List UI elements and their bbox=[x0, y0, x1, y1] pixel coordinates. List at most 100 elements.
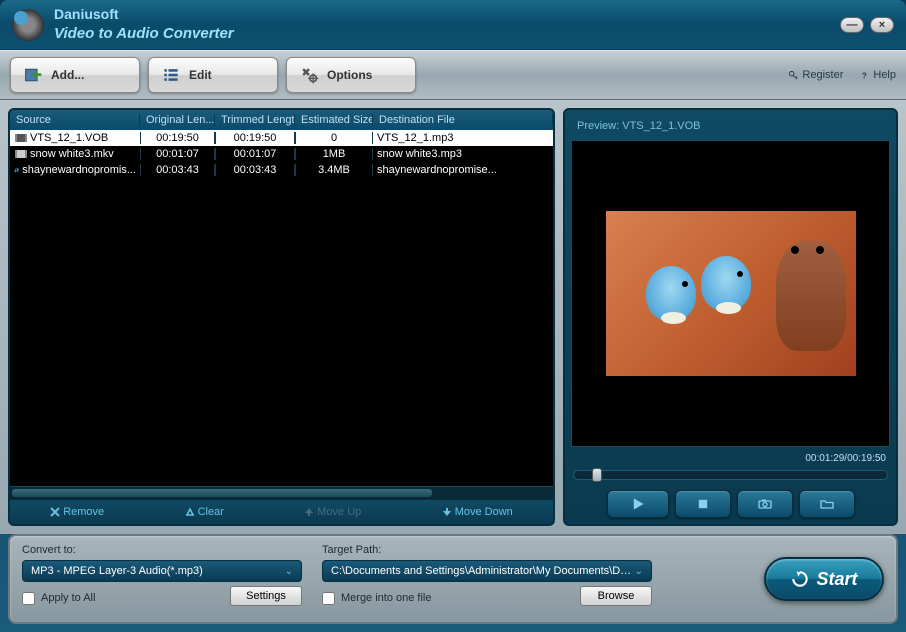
destination-file: VTS_12_1.mp3 bbox=[373, 132, 553, 144]
clear-icon bbox=[185, 507, 195, 517]
options-tools-icon bbox=[299, 65, 319, 85]
list-actions: Remove Clear Move Up Move Down bbox=[10, 500, 553, 524]
video-file-icon bbox=[14, 148, 28, 160]
file-name: shaynewardnopromis... bbox=[22, 164, 136, 176]
trimmed-length: 00:19:50 bbox=[215, 132, 295, 144]
col-trim-length[interactable]: Trimmed Length bbox=[215, 114, 295, 126]
svg-text:?: ? bbox=[862, 71, 867, 80]
destination-file: shaynewardnopromise... bbox=[373, 164, 553, 176]
stop-icon bbox=[697, 498, 709, 510]
stop-button[interactable] bbox=[675, 490, 731, 518]
trimmed-length: 00:01:07 bbox=[215, 148, 295, 160]
horizontal-scrollbar[interactable] bbox=[10, 486, 553, 500]
start-button[interactable]: Start bbox=[764, 557, 884, 601]
playback-controls bbox=[571, 490, 890, 518]
browse-button[interactable]: Browse bbox=[580, 586, 652, 606]
play-icon bbox=[631, 497, 645, 511]
add-button[interactable]: Add... bbox=[10, 57, 140, 93]
window-controls: — × bbox=[840, 17, 894, 33]
add-label: Add... bbox=[51, 68, 84, 82]
col-source[interactable]: Source bbox=[10, 114, 140, 126]
trimmed-length: 00:03:43 bbox=[215, 164, 295, 176]
convert-to-dropdown[interactable]: MP3 - MPEG Layer-3 Audio(*.mp3) ⌄ bbox=[22, 560, 302, 582]
time-display: 00:01:29/00:19:50 bbox=[571, 447, 890, 466]
file-name: VTS_12_1.VOB bbox=[30, 132, 108, 144]
close-button[interactable]: × bbox=[870, 17, 894, 33]
estimated-size: 0 bbox=[295, 132, 373, 144]
preview-frame-image bbox=[606, 211, 856, 376]
destination-file: snow white3.mp3 bbox=[373, 148, 553, 160]
target-path-dropdown[interactable]: C:\Documents and Settings\Administrator\… bbox=[322, 560, 652, 582]
original-length: 00:01:07 bbox=[140, 148, 215, 160]
move-up-button[interactable]: Move Up bbox=[304, 506, 361, 518]
add-file-icon bbox=[23, 65, 43, 85]
edit-label: Edit bbox=[189, 68, 212, 82]
apply-to-all-checkbox[interactable] bbox=[22, 592, 35, 605]
table-row[interactable]: VTS_12_1.VOB00:19:5000:19:500VTS_12_1.mp… bbox=[10, 130, 553, 146]
brand-name: Daniusoft bbox=[54, 6, 119, 22]
col-est-size[interactable]: Estimated Size bbox=[295, 114, 373, 126]
start-refresh-icon bbox=[790, 569, 810, 589]
table-row[interactable]: shaynewardnopromis...00:03:4300:03:433.4… bbox=[10, 162, 553, 178]
open-folder-button[interactable] bbox=[799, 490, 855, 518]
app-logo-icon bbox=[12, 9, 44, 41]
chevron-down-icon: ⌄ bbox=[635, 566, 643, 577]
register-link[interactable]: Register bbox=[788, 69, 843, 81]
audio-file-icon bbox=[14, 164, 20, 176]
col-orig-length[interactable]: Original Len... bbox=[140, 114, 215, 126]
file-name: snow white3.mkv bbox=[30, 148, 114, 160]
preview-content bbox=[776, 241, 846, 351]
toolbar-right: Register ? Help bbox=[788, 69, 896, 81]
arrow-up-icon bbox=[304, 507, 314, 517]
help-icon: ? bbox=[859, 70, 870, 81]
table-header: Source Original Len... Trimmed Length Es… bbox=[10, 110, 553, 130]
clear-button[interactable]: Clear bbox=[185, 506, 224, 518]
target-path-label: Target Path: bbox=[322, 544, 652, 556]
snapshot-button[interactable] bbox=[737, 490, 793, 518]
remove-x-icon bbox=[50, 507, 60, 517]
estimated-size: 3.4MB bbox=[295, 164, 373, 176]
move-down-button[interactable]: Move Down bbox=[442, 506, 513, 518]
toolbar: Add... Edit Options Register ? Help bbox=[0, 50, 906, 100]
titlebar: Daniusoft Video to Audio Converter — × bbox=[0, 0, 906, 50]
folder-icon bbox=[820, 498, 834, 510]
options-label: Options bbox=[327, 68, 372, 82]
options-button[interactable]: Options bbox=[286, 57, 416, 93]
settings-button[interactable]: Settings bbox=[230, 586, 302, 606]
arrow-down-icon bbox=[442, 507, 452, 517]
app-subtitle: Video to Audio Converter bbox=[54, 25, 234, 42]
seek-slider[interactable] bbox=[573, 470, 888, 480]
merge-label: Merge into one file bbox=[341, 592, 432, 604]
key-icon bbox=[788, 70, 799, 81]
col-dest-file[interactable]: Destination File bbox=[373, 114, 553, 126]
minimize-button[interactable]: — bbox=[840, 17, 864, 33]
chevron-down-icon: ⌄ bbox=[285, 566, 293, 577]
convert-to-label: Convert to: bbox=[22, 544, 302, 556]
merge-checkbox[interactable] bbox=[322, 592, 335, 605]
original-length: 00:03:43 bbox=[140, 164, 215, 176]
table-row[interactable]: snow white3.mkv00:01:0700:01:071MBsnow w… bbox=[10, 146, 553, 162]
apply-to-all-label: Apply to All bbox=[41, 592, 95, 604]
table-body[interactable]: VTS_12_1.VOB00:19:5000:19:500VTS_12_1.mp… bbox=[10, 130, 553, 486]
main-area: Source Original Len... Trimmed Length Es… bbox=[0, 100, 906, 534]
preview-content bbox=[646, 266, 696, 321]
seek-thumb[interactable] bbox=[592, 468, 602, 482]
edit-button[interactable]: Edit bbox=[148, 57, 278, 93]
edit-list-icon bbox=[161, 65, 181, 85]
original-length: 00:19:50 bbox=[140, 132, 215, 144]
bottom-panel: Convert to: MP3 - MPEG Layer-3 Audio(*.m… bbox=[8, 534, 898, 624]
play-button[interactable] bbox=[607, 490, 669, 518]
remove-button[interactable]: Remove bbox=[50, 506, 104, 518]
estimated-size: 1MB bbox=[295, 148, 373, 160]
target-path-section: Target Path: C:\Documents and Settings\A… bbox=[322, 544, 652, 614]
preview-content bbox=[701, 256, 751, 311]
help-link[interactable]: ? Help bbox=[859, 69, 896, 81]
preview-viewport[interactable] bbox=[571, 140, 890, 447]
preview-title: Preview: VTS_12_1.VOB bbox=[571, 116, 890, 140]
app-title: Daniusoft Video to Audio Converter bbox=[54, 5, 234, 43]
file-list-panel: Source Original Len... Trimmed Length Es… bbox=[8, 108, 555, 526]
preview-panel: Preview: VTS_12_1.VOB 00:01:29/00:19:50 bbox=[563, 108, 898, 526]
video-file-icon bbox=[14, 132, 28, 144]
app-window: Daniusoft Video to Audio Converter — × A… bbox=[0, 0, 906, 632]
convert-to-section: Convert to: MP3 - MPEG Layer-3 Audio(*.m… bbox=[22, 544, 302, 614]
